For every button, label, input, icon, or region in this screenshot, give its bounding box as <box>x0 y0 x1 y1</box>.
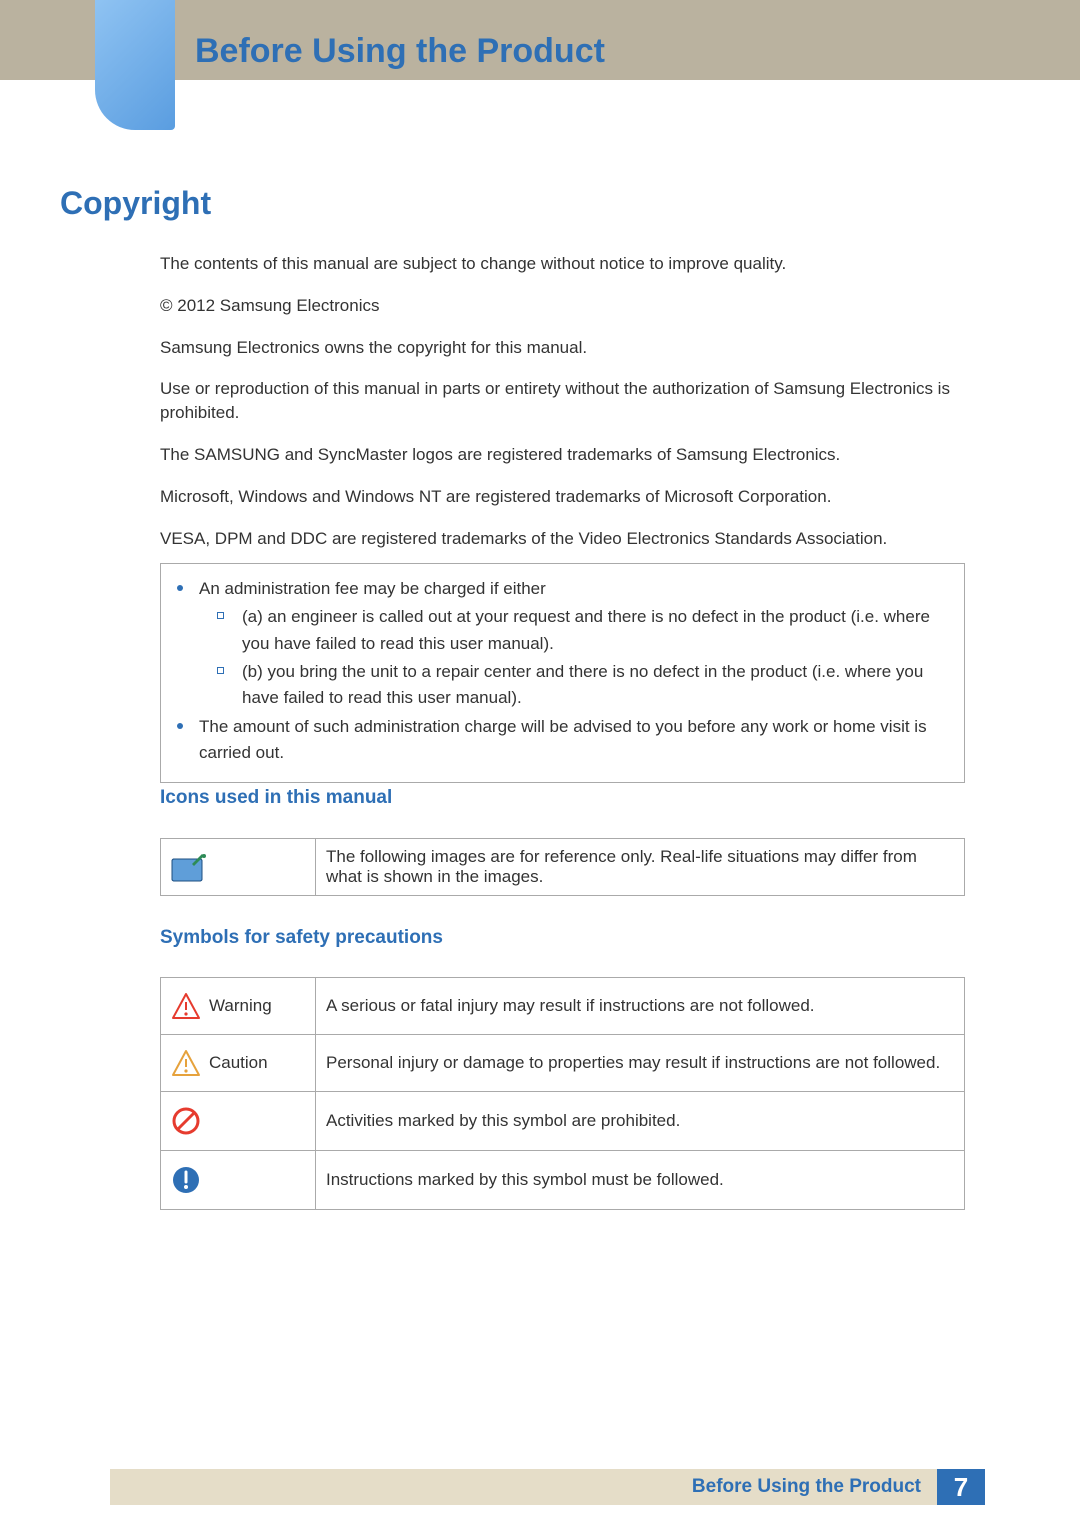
icon-cell <box>161 1092 316 1151</box>
list-item: (a) an engineer is called out at your re… <box>173 604 952 657</box>
list-item: (b) you bring the unit to a repair cente… <box>173 659 952 712</box>
icon-cell <box>161 839 316 896</box>
chapter-title: Before Using the Product <box>195 32 605 71</box>
symbol-desc: A serious or fatal injury may result if … <box>316 978 965 1035</box>
footer-chapter-title: Before Using the Product <box>692 1476 937 1498</box>
symbol-desc: Instructions marked by this symbol must … <box>316 1151 965 1210</box>
subheading-symbols: Symbols for safety precautions <box>160 927 443 949</box>
symbol-desc: Personal injury or damage to properties … <box>316 1035 965 1092</box>
list-item-text: (b) you bring the unit to a repair cente… <box>242 659 952 712</box>
table-row: Warning A serious or fatal injury may re… <box>161 978 965 1035</box>
icon-cell: Warning <box>161 978 316 1035</box>
icon-desc: The following images are for reference o… <box>316 839 965 896</box>
sub-bullet-icon <box>217 612 224 619</box>
paragraph: The SAMSUNG and SyncMaster logos are reg… <box>160 443 965 467</box>
paragraph: The contents of this manual are subject … <box>160 252 965 276</box>
bullet-icon <box>177 585 183 591</box>
list-item-text: An administration fee may be charged if … <box>199 576 952 602</box>
table-row: Activities marked by this symbol are pro… <box>161 1092 965 1151</box>
footer-bar: Before Using the Product 7 <box>110 1469 985 1505</box>
bullet-icon <box>177 723 183 729</box>
caution-icon <box>171 1049 201 1077</box>
admin-fee-box: An administration fee may be charged if … <box>160 563 965 783</box>
symbol-desc: Activities marked by this symbol are pro… <box>316 1092 965 1151</box>
symbols-table: Warning A serious or fatal injury may re… <box>160 977 965 1210</box>
must-follow-icon <box>171 1165 201 1195</box>
paragraph: © 2012 Samsung Electronics <box>160 294 965 318</box>
list-item: An administration fee may be charged if … <box>173 576 952 602</box>
copyright-body: The contents of this manual are subject … <box>160 252 965 568</box>
list-item-text: The amount of such administration charge… <box>199 714 952 767</box>
table-row: The following images are for reference o… <box>161 839 965 896</box>
sub-bullet-icon <box>217 667 224 674</box>
icon-cell: Caution <box>161 1035 316 1092</box>
list-item-text: (a) an engineer is called out at your re… <box>242 604 952 657</box>
paragraph: Use or reproduction of this manual in pa… <box>160 377 965 425</box>
paragraph: Samsung Electronics owns the copyright f… <box>160 336 965 360</box>
subheading-icons-used: Icons used in this manual <box>160 787 392 809</box>
page-number: 7 <box>937 1469 985 1505</box>
symbol-label: Warning <box>209 996 272 1016</box>
prohibit-icon <box>171 1106 201 1136</box>
section-title-copyright: Copyright <box>60 185 211 222</box>
paragraph: Microsoft, Windows and Windows NT are re… <box>160 485 965 509</box>
table-row: Caution Personal injury or damage to pro… <box>161 1035 965 1092</box>
paragraph: VESA, DPM and DDC are registered tradema… <box>160 527 965 551</box>
chapter-tab-decoration <box>95 0 175 130</box>
icons-table: The following images are for reference o… <box>160 838 965 896</box>
list-item: The amount of such administration charge… <box>173 714 952 767</box>
icon-cell <box>161 1151 316 1210</box>
symbol-label: Caution <box>209 1053 268 1073</box>
table-row: Instructions marked by this symbol must … <box>161 1151 965 1210</box>
note-icon <box>171 852 305 882</box>
warning-icon <box>171 992 201 1020</box>
